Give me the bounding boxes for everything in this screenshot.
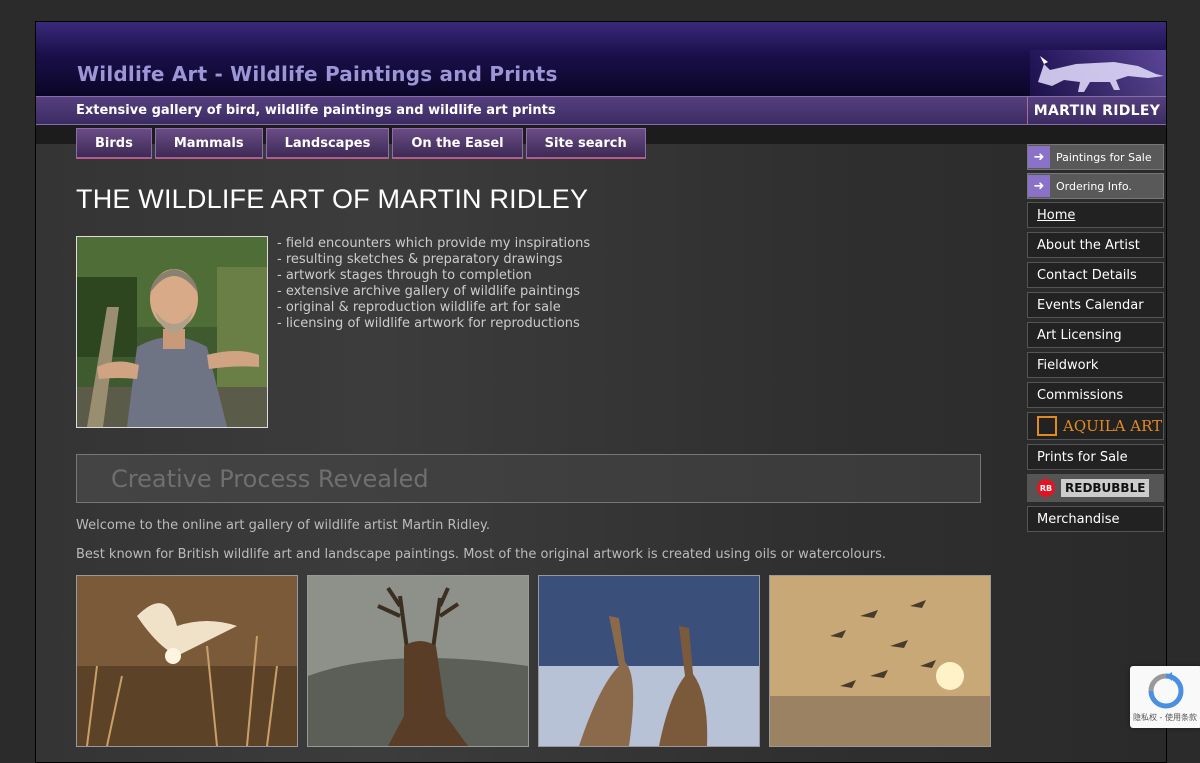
tab-on-the-easel[interactable]: On the Easel <box>392 128 523 159</box>
arrow-right-icon: ➜ <box>1028 175 1050 197</box>
tab-birds[interactable]: Birds <box>76 128 152 159</box>
intro-item: - field encounters which provide my insp… <box>277 236 591 251</box>
tab-site-search[interactable]: Site search <box>525 128 646 159</box>
recaptcha-footer[interactable]: 隐私权 - 使用条款 <box>1133 712 1197 723</box>
tab-mammals[interactable]: Mammals <box>154 128 263 159</box>
page-frame: Wildlife Art - Wildlife Paintings and Pr… <box>35 21 1167 763</box>
ordering-info-label: Ordering Info. <box>1056 179 1132 193</box>
sidebar-item-home[interactable]: Home <box>1027 202 1164 228</box>
sidebar-item-licensing[interactable]: Art Licensing <box>1027 322 1164 348</box>
intro-list: - field encounters which provide my insp… <box>277 236 590 332</box>
paintings-for-sale-label: Paintings for Sale <box>1056 150 1152 164</box>
thumb-red-deer[interactable] <box>307 575 529 747</box>
sidebar-item-prints[interactable]: Prints for Sale <box>1027 444 1164 470</box>
sidebar-item-events[interactable]: Events Calendar <box>1027 292 1164 318</box>
sidebar-item-merchandise[interactable]: Merchandise <box>1027 506 1164 532</box>
artist-name-tab[interactable]: MARTIN RIDLEY <box>1027 97 1166 124</box>
header-banner: Wildlife Art - Wildlife Paintings and Pr… <box>36 22 1166 96</box>
thumb-hares[interactable] <box>538 575 760 747</box>
redbubble-icon: RB <box>1037 479 1055 497</box>
site-title: Wildlife Art - Wildlife Paintings and Pr… <box>77 62 558 86</box>
creative-process-banner[interactable]: Creative Process Revealed <box>76 454 981 503</box>
intro-item: - extensive archive gallery of wildlife … <box>277 284 581 299</box>
fox-logo-icon[interactable] <box>1030 50 1166 96</box>
artist-portrait <box>76 236 268 428</box>
paintings-for-sale-link[interactable]: ➜ Paintings for Sale <box>1027 144 1164 170</box>
welcome-text: Welcome to the online art gallery of wil… <box>76 518 490 533</box>
aquila-art-label: AQUILA ART <box>1063 417 1163 435</box>
best-known-text: Best known for British wildlife art and … <box>76 547 887 562</box>
thumb-geese[interactable] <box>769 575 991 747</box>
redbubble-logo[interactable]: RB REDBUBBLE <box>1027 474 1164 502</box>
intro-item: - licensing of wildlife artwork for repr… <box>277 316 580 331</box>
square-icon <box>1037 416 1057 436</box>
redbubble-label: REDBUBBLE <box>1061 479 1150 497</box>
intro-item: - original & reproduction wildlife art f… <box>277 300 561 315</box>
tagline-bar: Extensive gallery of bird, wildlife pain… <box>36 96 1166 125</box>
tagline: Extensive gallery of bird, wildlife pain… <box>76 103 556 118</box>
page-title: THE WILDLIFE ART OF MARTIN RIDLEY <box>76 184 589 214</box>
sidebar-item-contact[interactable]: Contact Details <box>1027 262 1164 288</box>
arrow-right-icon: ➜ <box>1028 146 1050 168</box>
thumb-barn-owl[interactable] <box>76 575 298 747</box>
top-navigation: Birds Mammals Landscapes On the Easel Si… <box>76 128 646 159</box>
intro-item: - artwork stages through to completion <box>277 268 532 283</box>
recaptcha-badge[interactable]: 隐私权 - 使用条款 <box>1130 666 1200 728</box>
intro-item: - resulting sketches & preparatory drawi… <box>277 252 563 267</box>
recaptcha-icon <box>1148 672 1184 709</box>
sidebar-item-fieldwork[interactable]: Fieldwork <box>1027 352 1164 378</box>
creative-process-heading: Creative Process Revealed <box>111 465 429 493</box>
sidebar-item-about[interactable]: About the Artist <box>1027 232 1164 258</box>
tab-landscapes[interactable]: Landscapes <box>265 128 390 159</box>
right-sidebar: ➜ Paintings for Sale ➜ Ordering Info. Ho… <box>1027 144 1164 536</box>
aquila-art-logo[interactable]: AQUILA ART <box>1027 412 1164 440</box>
ordering-info-link[interactable]: ➜ Ordering Info. <box>1027 173 1164 199</box>
sidebar-item-commissions[interactable]: Commissions <box>1027 382 1164 408</box>
